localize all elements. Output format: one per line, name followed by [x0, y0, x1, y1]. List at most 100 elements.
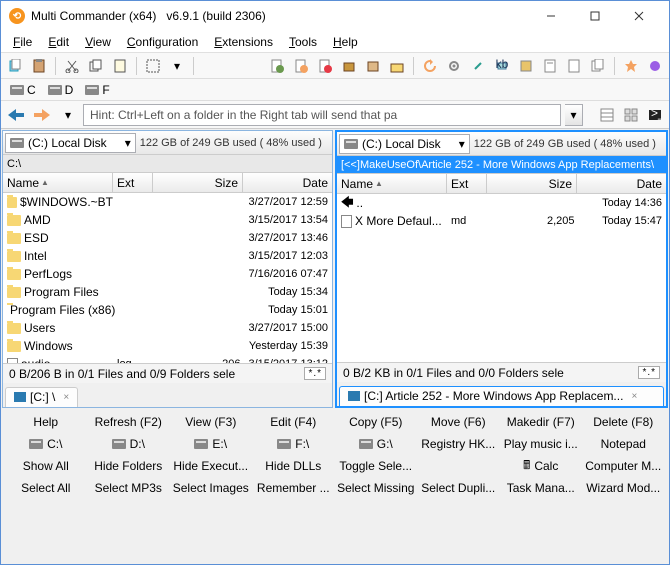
doc-add-icon[interactable]	[267, 56, 287, 76]
file-row[interactable]: Users3/27/2017 15:00	[3, 319, 332, 337]
filter-button[interactable]: *.*	[304, 367, 326, 380]
bottom-btn[interactable]: Hide Folders	[88, 455, 171, 477]
paste2-icon[interactable]	[110, 56, 130, 76]
copy-icon[interactable]	[5, 56, 25, 76]
file-row[interactable]: X More Defaul...md2,205Today 15:47	[337, 212, 666, 230]
gear-icon[interactable]	[444, 56, 464, 76]
file-row[interactable]: PerfLogs7/16/2016 07:47	[3, 265, 332, 283]
doc-del-icon[interactable]	[315, 56, 335, 76]
file-row[interactable]: AMD3/15/2017 13:54	[3, 211, 332, 229]
bottom-btn[interactable]: Edit (F4)	[253, 411, 336, 433]
bottom-btn[interactable]: Registry HK...	[418, 433, 501, 455]
bottom-btn[interactable]: Select MP3s	[88, 477, 171, 499]
paste-icon[interactable]	[29, 56, 49, 76]
cut-icon[interactable]	[62, 56, 82, 76]
menu-edit[interactable]: Edit	[40, 33, 77, 51]
heart-icon[interactable]	[645, 56, 665, 76]
right-path[interactable]: [<<]MakeUseOf\Article 252 - More Windows…	[337, 156, 666, 174]
bottom-btn[interactable]: 🖩Calc	[500, 455, 583, 477]
right-tab[interactable]: [C:] Article 252 - More Windows App Repl…	[339, 386, 664, 406]
open-icon[interactable]	[387, 56, 407, 76]
bottom-btn[interactable]: Wizard Mod...	[583, 477, 666, 499]
filter-button[interactable]: *.*	[638, 366, 660, 379]
maximize-button[interactable]	[573, 2, 617, 30]
bottom-btn[interactable]: Select Dupli...	[418, 477, 501, 499]
col-size[interactable]: Size	[487, 174, 577, 193]
bottom-btn[interactable]: E:\	[170, 433, 253, 455]
note-icon[interactable]	[564, 56, 584, 76]
file-row[interactable]: Program FilesToday 15:34	[3, 283, 332, 301]
drive-button-f[interactable]: F	[80, 81, 114, 99]
key-icon[interactable]: kb	[492, 56, 512, 76]
menu-tools[interactable]: Tools	[281, 33, 325, 51]
menu-view[interactable]: View	[77, 33, 119, 51]
terminal-icon[interactable]: >_	[645, 105, 665, 125]
bottom-btn[interactable]: Refresh (F2)	[88, 411, 171, 433]
bottom-btn[interactable]: Play music i...	[500, 433, 583, 455]
copy2-icon[interactable]	[86, 56, 106, 76]
col-size[interactable]: Size	[153, 173, 243, 192]
bottom-btn[interactable]: Toggle Sele...	[335, 455, 418, 477]
right-drive-selector[interactable]: (C:) Local Disk ▾	[339, 134, 470, 154]
drive-button-c[interactable]: C	[5, 81, 41, 99]
bottom-btn[interactable]: Show All	[5, 455, 88, 477]
bottom-btn[interactable]: Makedir (F7)	[500, 411, 583, 433]
left-drive-selector[interactable]: (C:) Local Disk ▾	[5, 133, 136, 153]
left-tab[interactable]: [C:] \ ×	[5, 387, 78, 407]
col-date[interactable]: Date	[577, 174, 666, 193]
drive-button-d[interactable]: D	[43, 81, 79, 99]
col-name[interactable]: Name▲	[3, 173, 113, 192]
close-tab-icon[interactable]: ×	[63, 392, 69, 403]
bottom-btn[interactable]: Delete (F8)	[583, 411, 666, 433]
left-file-list[interactable]: $WINDOWS.~BT3/27/2017 12:59AMD3/15/2017 …	[3, 193, 332, 363]
menu2-icon[interactable]	[516, 56, 536, 76]
bottom-btn[interactable]: D:\	[88, 433, 171, 455]
minimize-button[interactable]	[529, 2, 573, 30]
menu-configuration[interactable]: Configuration	[119, 33, 206, 51]
star-icon[interactable]	[621, 56, 641, 76]
props-icon[interactable]	[540, 56, 560, 76]
bottom-btn[interactable]: Hide DLLs	[253, 455, 336, 477]
view-thumb-icon[interactable]	[621, 105, 641, 125]
hint-text[interactable]: Hint: Ctrl+Left on a folder in the Right…	[83, 104, 561, 126]
close-tab-icon[interactable]: ×	[631, 391, 637, 402]
menu-file[interactable]: File	[5, 33, 40, 51]
back-button[interactable]	[5, 104, 27, 126]
file-row[interactable]: Intel3/15/2017 12:03	[3, 247, 332, 265]
file-row[interactable]: 🡄..Today 14:36	[337, 194, 666, 212]
doc-play-icon[interactable]	[291, 56, 311, 76]
bottom-btn[interactable]: Select Missing	[335, 477, 418, 499]
file-row[interactable]: $WINDOWS.~BT3/27/2017 12:59	[3, 193, 332, 211]
link-icon[interactable]	[468, 56, 488, 76]
file-row[interactable]: WindowsYesterday 15:39	[3, 337, 332, 355]
box-icon[interactable]	[363, 56, 383, 76]
bottom-btn[interactable]: Copy (F5)	[335, 411, 418, 433]
history-dropdown[interactable]: ▾	[57, 104, 79, 126]
right-file-list[interactable]: 🡄..Today 14:36X More Defaul...md2,205Tod…	[337, 194, 666, 362]
notes-icon[interactable]	[588, 56, 608, 76]
file-row[interactable]: Program Files (x86)Today 15:01	[3, 301, 332, 319]
bottom-btn[interactable]: Task Mana...	[500, 477, 583, 499]
bottom-btn[interactable]: View (F3)	[170, 411, 253, 433]
bottom-btn[interactable]: F:\	[253, 433, 336, 455]
col-ext[interactable]: Ext	[113, 173, 153, 192]
close-button[interactable]	[617, 2, 661, 30]
bottom-btn[interactable]: Computer M...	[583, 455, 666, 477]
bottom-btn[interactable]: Remember ...	[253, 477, 336, 499]
file-row[interactable]: ESD3/27/2017 13:46	[3, 229, 332, 247]
refresh-icon[interactable]	[420, 56, 440, 76]
bottom-btn[interactable]: Notepad	[583, 433, 666, 455]
dropdown-select-icon[interactable]: ▾	[167, 56, 187, 76]
bottom-btn[interactable]: Select All	[5, 477, 88, 499]
menu-extensions[interactable]: Extensions	[206, 33, 281, 51]
bottom-btn[interactable]: G:\	[335, 433, 418, 455]
forward-button[interactable]	[31, 104, 53, 126]
bottom-btn[interactable]: C:\	[5, 433, 88, 455]
select-icon[interactable]	[143, 56, 163, 76]
col-date[interactable]: Date	[243, 173, 332, 192]
bottom-btn[interactable]: Hide Execut...	[170, 455, 253, 477]
col-name[interactable]: Name▲	[337, 174, 447, 193]
left-path[interactable]: C:\	[3, 155, 332, 173]
col-ext[interactable]: Ext	[447, 174, 487, 193]
zip-icon[interactable]	[339, 56, 359, 76]
